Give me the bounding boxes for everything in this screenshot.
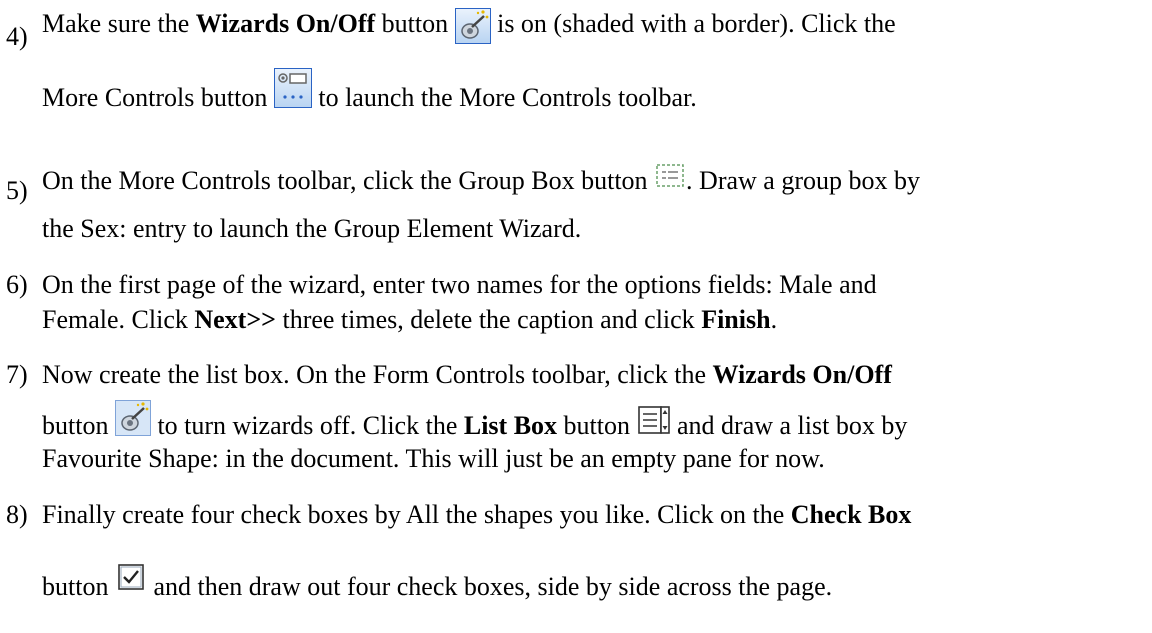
ui-term-next: Next>> [194,305,276,334]
text-run: Make sure the [42,8,196,38]
text-run: Finally create four check boxes by All t… [42,500,791,529]
ui-term-check-box: Check Box [790,500,912,529]
text-run: to launch the More Controls toolbar. [311,82,697,112]
step-line: On the first page of the wizard, enter t… [42,270,877,300]
wizards-on-off-icon [114,400,151,436]
text-run: . Draw a group box by [686,166,920,195]
step-number: 5) [6,176,28,205]
ui-term-wizards: Wizards On/Off [712,360,892,389]
step-line: the Sex: entry to launch the Group Eleme… [42,214,581,244]
text-run: . [770,305,778,334]
step-line: On the More Controls toolbar, click the … [42,164,920,198]
step-line: Make sure the Wizards On/Off button is o… [42,8,896,44]
text-run: button [42,572,115,601]
text-run: On the More Controls toolbar, click the … [42,166,655,195]
text-run: is on (shaded with a border). Click the [490,8,896,38]
text-run: button [375,8,455,38]
text-run: the Sex: entry to launch the Group Eleme… [42,214,582,243]
step-line: button and then draw out four check boxe… [42,564,833,605]
step-line: Now create the list box. On the Form Con… [42,360,892,390]
ui-term-wizards: Wizards On/Off [195,8,376,38]
ui-term-finish: Finish [701,305,771,334]
text-run: button [42,410,115,440]
text-run: button [557,410,637,440]
text-run: Female. Click [42,305,195,334]
text-run: to turn wizards off. Click the [150,410,464,440]
text-run: Favourite Shape: in the document. This w… [42,444,825,473]
text-run: three times, delete the caption and clic… [275,305,702,334]
step-line: Female. Click Next>> three times, delete… [42,305,777,335]
step-number: 6) [6,270,28,299]
step-line: button to turn wizards off. Click the Li… [42,400,908,446]
text-run: More Controls button [42,82,274,112]
text-run: and draw a list box by [670,410,908,440]
step-line: More Controls button to launch the More … [42,68,697,120]
step-line: Finally create four check boxes by All t… [42,500,911,530]
text-run: On the first page of the wizard, enter t… [42,270,877,299]
more-controls-icon [273,68,312,108]
text-run: and then draw out four check boxes, side… [146,572,833,601]
group-box-icon [654,160,686,190]
wizards-on-off-icon [454,8,491,44]
list-box-icon [637,404,671,436]
text-run: Now create the list box. On the Form Con… [42,360,713,389]
step-number: 4) [6,22,28,51]
step-number: 8) [6,500,28,529]
check-box-icon [115,561,147,593]
step-number: 7) [6,360,28,389]
ui-term-list-box: List Box [463,410,558,440]
step-line: Favourite Shape: in the document. This w… [42,444,825,474]
